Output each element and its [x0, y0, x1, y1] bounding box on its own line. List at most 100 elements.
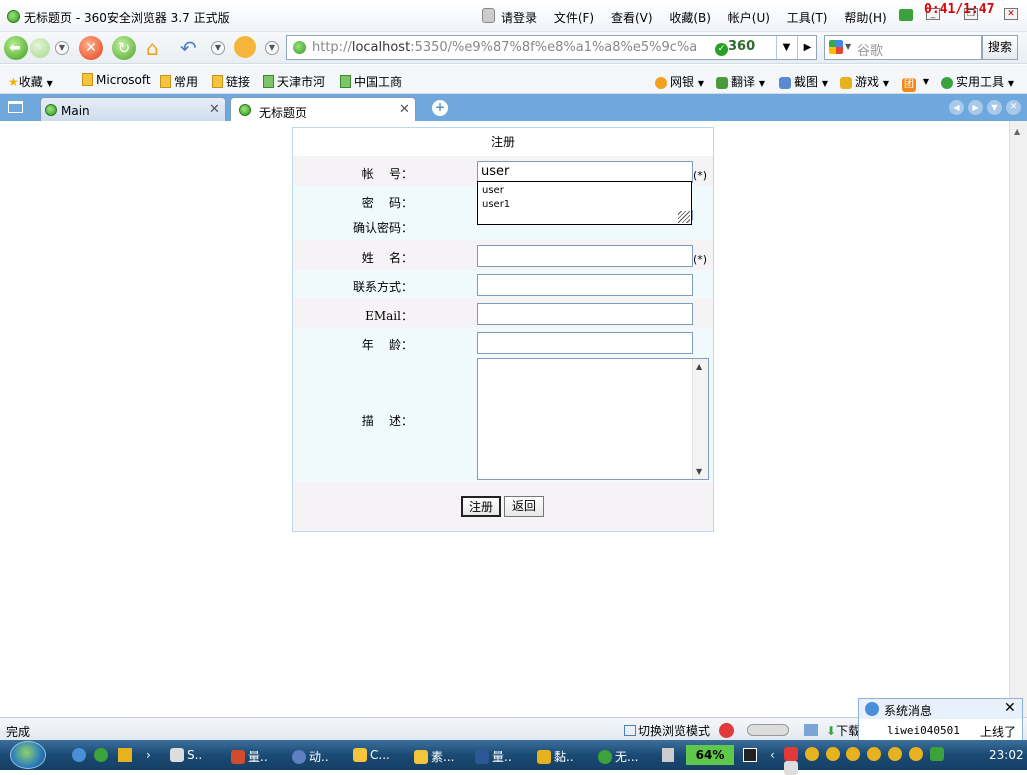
name-input[interactable] [477, 245, 693, 267]
engine-dropdown-icon[interactable]: ▼ [845, 42, 851, 51]
download-button[interactable]: ⬇下载 [826, 722, 858, 739]
back-button[interactable]: 返回 [504, 496, 544, 517]
textarea-scrollbar[interactable]: ▲ ▼ [692, 359, 708, 479]
tool-screenshot[interactable]: 截图 ▼ [779, 73, 828, 90]
switch-mode-button[interactable]: 切换浏览模式 [624, 722, 710, 739]
menu-view[interactable]: 查看(V) [611, 11, 653, 25]
qq-icon[interactable] [846, 747, 861, 761]
favorites-menu[interactable]: ★收藏 ▼ [8, 73, 53, 90]
qq-icon[interactable] [888, 747, 903, 761]
tray-icon[interactable] [784, 747, 798, 761]
360-icon[interactable] [94, 748, 108, 762]
taskbar-item-active[interactable]: 无... [598, 748, 638, 765]
menu-login[interactable]: 请登录 [501, 11, 537, 25]
ie-icon[interactable] [72, 748, 86, 762]
url-dropdown-icon[interactable]: ▼ [776, 36, 796, 59]
tool-translate[interactable]: 翻译 ▼ [716, 73, 765, 90]
contact-input[interactable] [477, 274, 693, 296]
qq-icon[interactable] [804, 747, 819, 761]
register-button[interactable]: 注册 [461, 496, 501, 517]
security-badge[interactable]: ✓ 360 [715, 39, 773, 57]
taskbar-item[interactable]: 量.. [475, 748, 512, 765]
taskbar-item[interactable]: 黏.. [537, 748, 574, 765]
tab-untitled[interactable]: 无标题页 ✕ [230, 97, 416, 121]
menu-file[interactable]: 文件(F) [554, 11, 594, 25]
forward-icon[interactable] [30, 38, 50, 58]
qq-icon[interactable] [908, 747, 923, 761]
qq-icon[interactable] [867, 747, 882, 761]
skin-icon[interactable] [899, 9, 913, 21]
undo-dropdown-icon[interactable]: ▼ [211, 41, 225, 55]
description-textarea[interactable]: ▲ ▼ [477, 358, 709, 480]
toggle-switch[interactable] [747, 724, 789, 736]
taskbar-item[interactable]: 素... [414, 748, 454, 765]
menu-account[interactable]: 帐户(U) [728, 11, 770, 25]
fav-tianjin[interactable]: 天津市河 [263, 73, 325, 90]
taskbar-item[interactable]: 动.. [292, 748, 329, 765]
close-tab-icon[interactable]: ✕ [399, 102, 410, 117]
taskbar-item[interactable]: S.. [170, 748, 202, 762]
search-box[interactable]: ▼ 谷歌 [824, 35, 982, 60]
shield-icon[interactable] [929, 747, 944, 761]
google-icon[interactable] [829, 40, 843, 54]
fav-links[interactable]: 链接 [212, 73, 250, 90]
start-button[interactable] [10, 741, 46, 769]
address-bar[interactable]: http://localhost:5350/%e9%87%8f%e8%a1%a8… [286, 35, 817, 60]
stop-icon[interactable]: ✕ [79, 36, 103, 60]
qq-icon[interactable] [825, 747, 840, 761]
go-icon[interactable]: ▶ [797, 36, 817, 59]
menu-favorites[interactable]: 收藏(B) [669, 11, 711, 25]
paw-dropdown-icon[interactable]: ▼ [265, 41, 279, 55]
close-window-button[interactable]: ✕ [1004, 8, 1018, 20]
scroll-down-icon[interactable]: ▼ [696, 467, 702, 476]
undo-close-icon[interactable]: ↶ [180, 36, 197, 60]
refresh-icon[interactable]: ↻ [112, 36, 136, 60]
resize-grip-icon[interactable] [678, 211, 690, 223]
vertical-scrollbar[interactable]: ▲ [1009, 121, 1027, 717]
taskbar-item[interactable]: C... [353, 748, 390, 762]
search-button[interactable]: 搜索 [982, 35, 1018, 60]
guard-icon[interactable] [719, 723, 734, 738]
menu-tools[interactable]: 工具(T) [787, 11, 828, 25]
quicklaunch-more-icon[interactable]: › [146, 748, 151, 762]
sidebar-toggle-icon[interactable] [8, 101, 23, 113]
paw-icon[interactable] [234, 36, 256, 58]
tab-list-icon[interactable]: ▼ [987, 100, 1002, 115]
search-input[interactable]: 谷歌 [857, 40, 883, 59]
fav-common[interactable]: 常用 [160, 73, 198, 90]
power-icon[interactable] [743, 748, 757, 762]
popup-user[interactable]: liwei040501 [887, 724, 960, 737]
scroll-up-icon[interactable]: ▲ [1014, 127, 1020, 136]
scroll-up-icon[interactable]: ▲ [696, 362, 702, 371]
clock[interactable]: 23:02 [989, 748, 1024, 762]
account-input[interactable]: user [477, 161, 693, 183]
home-icon[interactable]: ⌂ [146, 37, 170, 59]
app-icon[interactable] [118, 748, 132, 762]
computer-icon[interactable] [804, 724, 818, 736]
history-dropdown-icon[interactable]: ▼ [55, 41, 69, 55]
autocomplete-item[interactable]: user1 [478, 198, 691, 212]
tab-scroll-left-icon[interactable]: ◀ [949, 100, 964, 115]
fav-icbc[interactable]: 中国工商 [340, 73, 402, 90]
new-tab-icon[interactable]: + [432, 100, 448, 116]
tab-scroll-right-icon[interactable]: ▶ [968, 100, 983, 115]
keyboard-icon[interactable] [662, 748, 674, 762]
battery-meter[interactable]: 64% [686, 745, 734, 765]
tool-bank[interactable]: 网银 ▼ [655, 73, 704, 90]
tool-utilities[interactable]: 实用工具 ▼ [941, 73, 1014, 90]
close-tab-icon[interactable]: ✕ [209, 102, 220, 117]
tool-group[interactable]: 团 ▼ [902, 73, 929, 92]
tray-icon[interactable] [784, 761, 798, 775]
close-popup-icon[interactable]: ✕ [1004, 700, 1016, 716]
url-text[interactable]: http://localhost:5350/%e9%87%8f%e8%a1%a8… [312, 40, 697, 55]
menu-help[interactable]: 帮助(H) [844, 11, 886, 25]
taskbar-item[interactable]: 量.. [231, 748, 268, 765]
email-input[interactable] [477, 303, 693, 325]
fav-microsoft[interactable]: Microsoft [82, 73, 151, 87]
tray-expand-icon[interactable]: ‹ [770, 748, 775, 762]
autocomplete-item[interactable]: user [478, 184, 691, 198]
close-all-tabs-icon[interactable]: ✕ [1006, 100, 1021, 115]
tab-main[interactable]: Main ✕ [40, 97, 226, 121]
tool-games[interactable]: 游戏 ▼ [840, 73, 889, 90]
age-input[interactable] [477, 332, 693, 354]
